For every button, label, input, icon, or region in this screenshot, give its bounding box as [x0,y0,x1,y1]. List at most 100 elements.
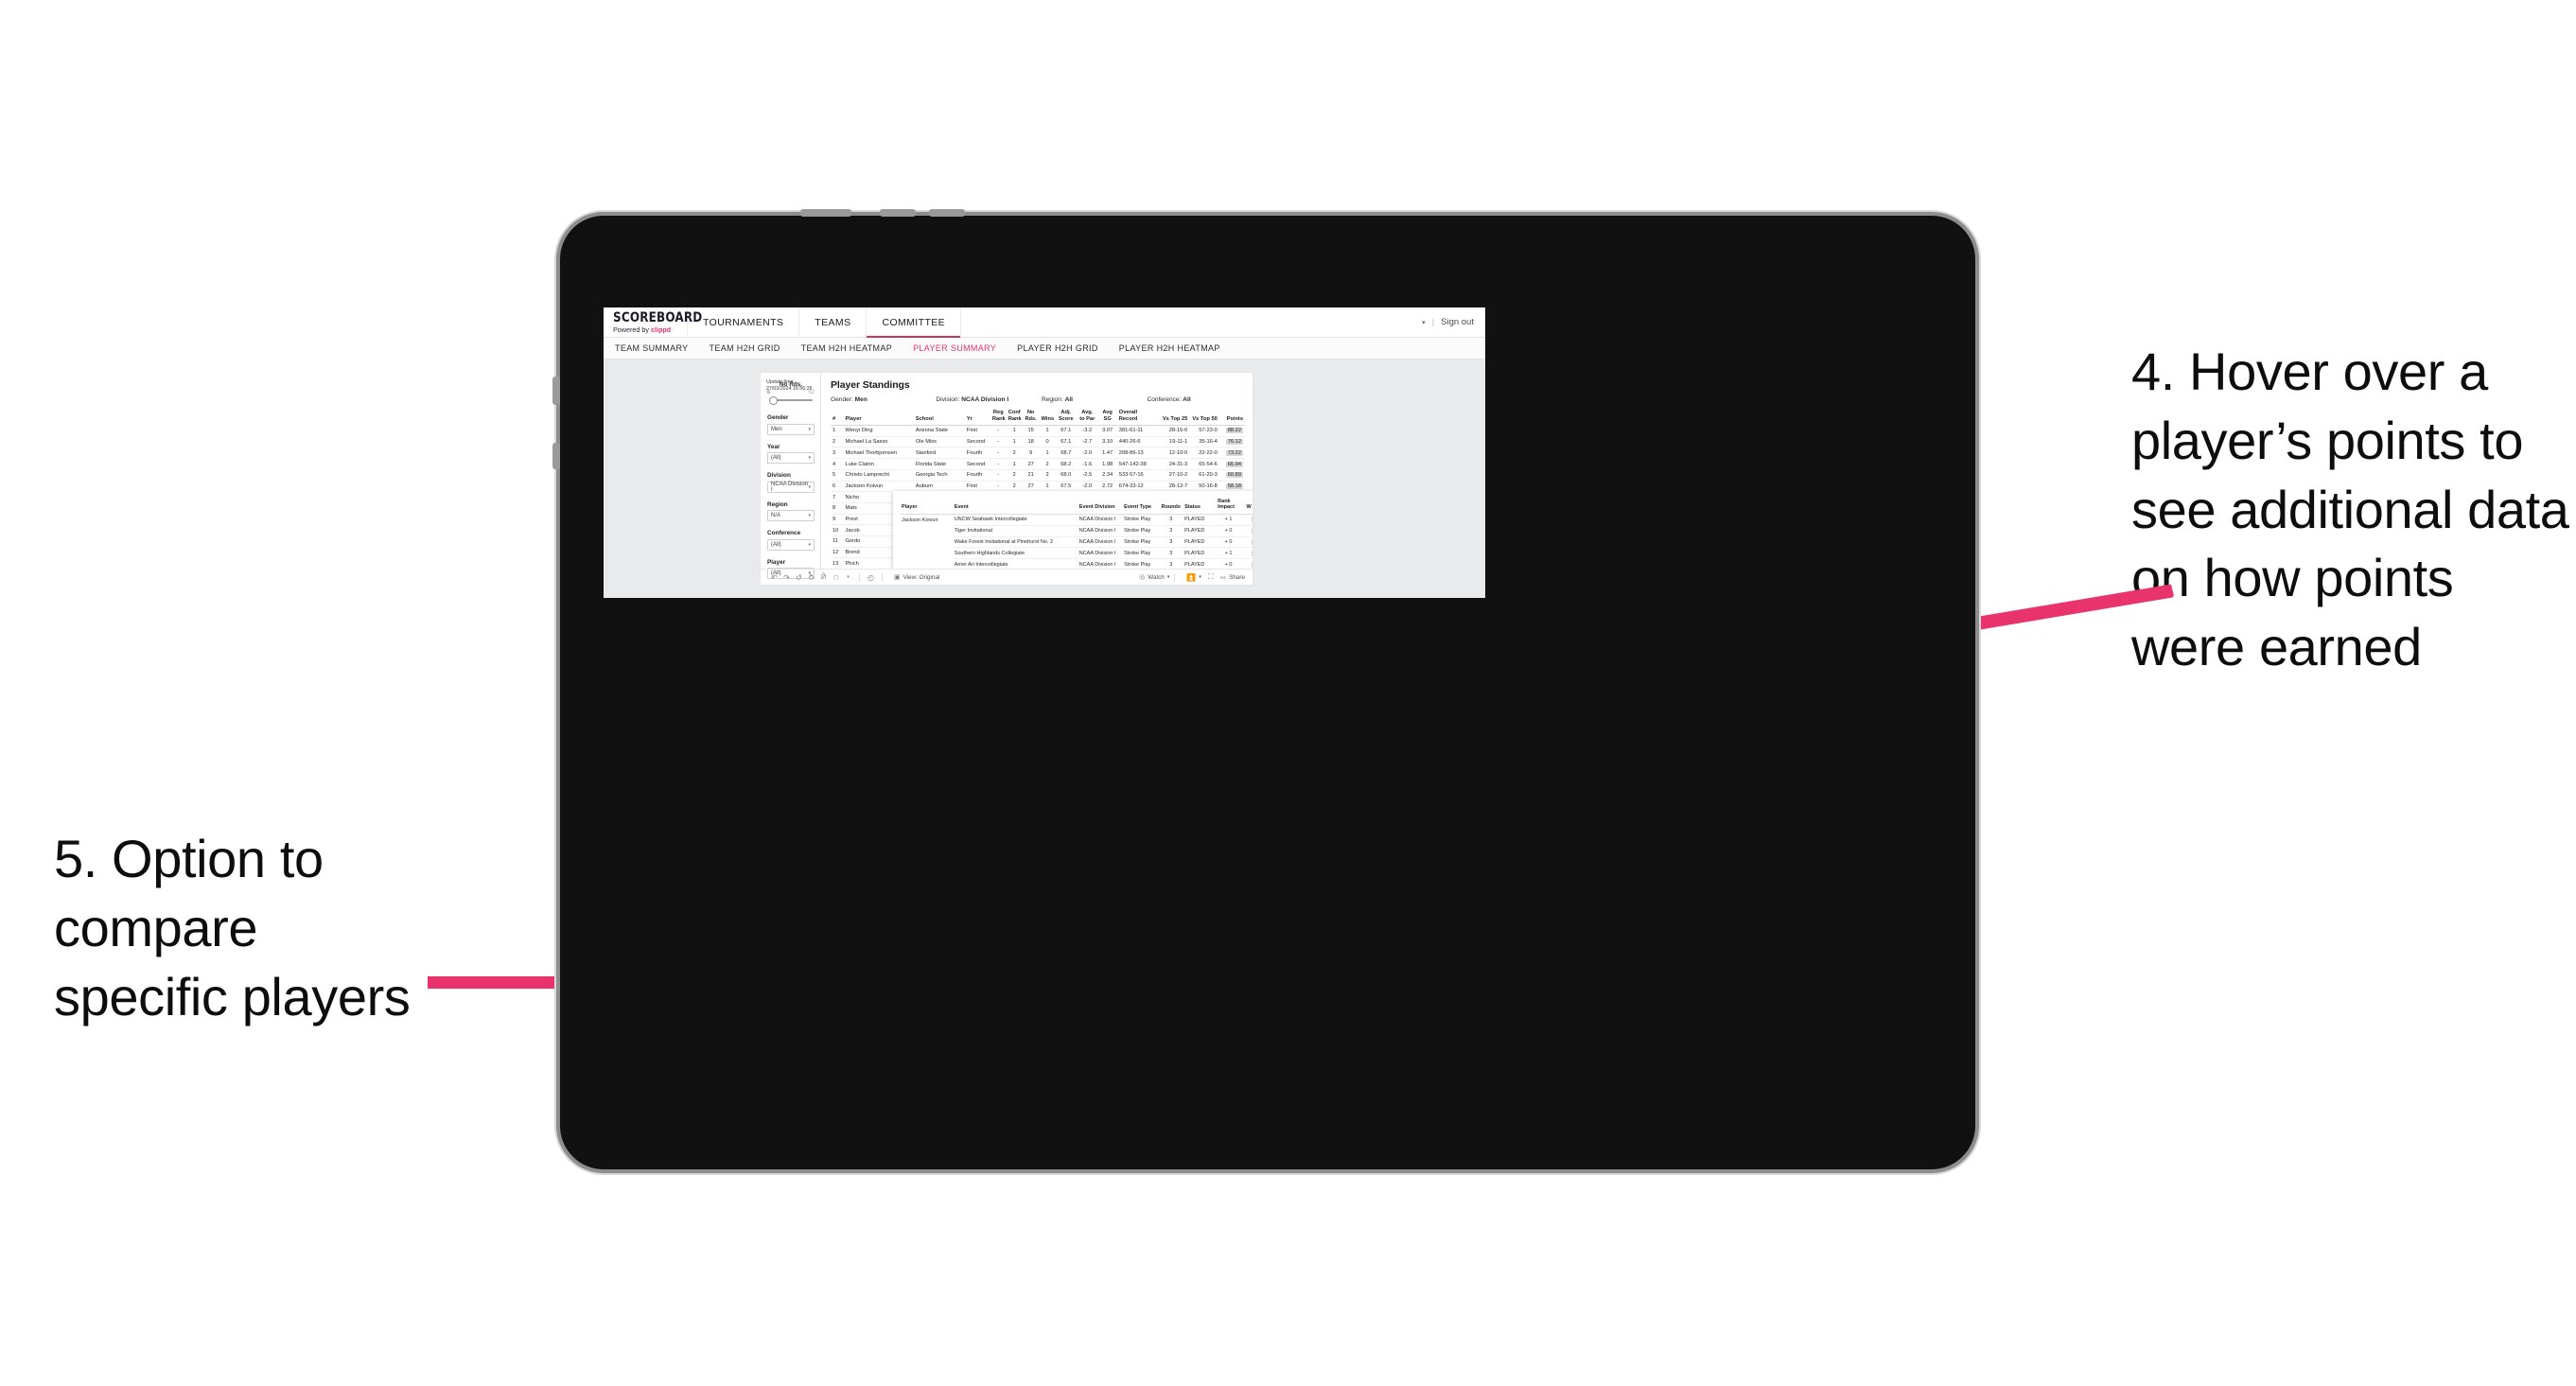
table-row[interactable]: 3 Michael Thorbjornsen Stanford Fourth -2 9 1 6… [831,447,1245,460]
revert-icon[interactable]: ↺ [793,573,805,582]
topnav-item-committee[interactable]: COMMITTEE [867,307,962,338]
gender-select[interactable]: Men ▾ [767,423,815,435]
row-points[interactable]: 76.12 [1218,436,1245,448]
redo-icon[interactable]: ↷ [780,573,793,582]
view-original-button[interactable]: ▣ View: Original [894,573,939,582]
points-badge[interactable]: 76.12 [1225,439,1243,446]
slider-handle[interactable] [769,396,778,405]
col-header[interactable]: School [913,408,965,427]
row-cell: - [990,481,1007,493]
chevron-down-icon[interactable]: ▾ [842,574,854,580]
year-select[interactable]: (All) ▾ [767,452,815,464]
refresh-icon[interactable]: ⥁ [805,573,817,582]
row-cell: Second [964,436,990,448]
row-rank: 2 [831,436,844,448]
points-badge[interactable]: 66.94 [1225,461,1243,467]
division-select-value: NCAA Division I [771,481,809,493]
conference-select[interactable]: (All) ▾ [767,538,815,551]
table-row[interactable]: 5 Christo Lamprecht Georgia Tech Fourth -2 21… [831,469,1245,482]
row-cell: 2.34 [1097,469,1117,482]
col-header[interactable]: Adj. Score [1055,408,1077,427]
toolbar-divider-1 [859,572,860,582]
meta-gender: Gender: Men [831,396,937,403]
col-header[interactable]: Reg Rank [990,408,1007,427]
fullscreen-button[interactable]: ⛶ [1208,572,1214,582]
topnav-item-tournaments[interactable]: TOURNAMENTS [688,307,800,337]
points-badge[interactable]: 60.89 [1225,472,1243,479]
share-button[interactable]: ∾ Share [1219,573,1245,582]
tablet-volume-up-button [880,209,916,217]
row-cell: 2.72 [1097,481,1117,493]
table-row[interactable]: 2 Michael La Sasso Ole Miss Second -1 18 0 67.1… [831,436,1245,448]
topnav-account-area: ▾ | Sign out [1422,307,1485,337]
division-select[interactable]: NCAA Division I ▾ [767,481,815,493]
watch-label: Watch [1148,573,1165,581]
region-select[interactable]: N/A ▾ [767,510,815,521]
tooltip-cell: Stroke Play [1122,536,1160,549]
row-points[interactable]: 73.22 [1218,447,1245,460]
points-badge[interactable]: 58.18 [1225,482,1243,489]
col-header[interactable]: Vs Top 25 [1159,408,1190,427]
row-points[interactable]: 60.89 [1218,469,1245,482]
subnav-item-team-summary[interactable]: TEAM SUMMARY [615,343,689,353]
meta-division: Division: NCAA Division I [937,396,1043,403]
points-badge[interactable]: 73.22 [1225,449,1243,456]
sign-out-link[interactable]: Sign out [1441,317,1474,327]
filter-rail: No Rds. 6 52 Gender Men ▾ Year (All) ▾ D… [761,373,821,579]
col-header[interactable]: No Rds. [1022,408,1040,427]
filter-conference-label: Conference [767,530,801,536]
alert-icon[interactable]: ◻ [830,574,842,581]
meta-region-label: Region: [1042,396,1063,403]
row-cell: Auburn [913,481,965,493]
table-row[interactable]: 1 Wenyi Ding Arizona State First -1 15 1 67.1 -3… [831,425,1245,437]
scoreboard-logo[interactable]: SCOREBOARD Powered by clippd [604,307,702,337]
subnav-item-player-summary[interactable]: PLAYER SUMMARY [913,343,996,353]
tooltip-row: Southern Highlands Collegiate NCAA Divisi… [900,547,1253,560]
subnav-item-player-h2h-grid[interactable]: PLAYER H2H GRID [1017,343,1098,353]
tooltip-cell: 73.23 [1240,547,1253,560]
meta-division-label: Division: [936,396,960,403]
row-points[interactable]: 58.18 [1218,481,1245,493]
undo-icon[interactable]: ↶ [768,573,780,582]
points-badge[interactable]: 88.22 [1225,428,1243,434]
col-header[interactable]: Vs Top 50 [1189,408,1219,427]
pause-updates-icon[interactable]: ⦲ [817,572,830,582]
col-header[interactable]: Conf Rank [1006,408,1023,427]
col-header[interactable]: Points [1218,408,1245,427]
tooltip-col-header: Rank Impact [1216,496,1241,516]
download-button[interactable]: ⏫ ▾ [1186,573,1200,582]
row-rank: 12 [831,547,844,559]
row-points[interactable]: 88.22 [1218,425,1245,437]
col-header[interactable]: Player [843,408,914,427]
clock-icon[interactable]: ◴ [865,573,877,582]
no-rounds-slider[interactable] [767,396,815,405]
col-header[interactable]: Wins [1039,408,1056,427]
sheet-meta-row: Gender: Men Division: NCAA Division I Re… [831,396,1253,403]
row-cell: 18 [1022,436,1040,448]
table-row[interactable]: 4 Luke Claton Florida State Second -1 27 2 68.2… [831,458,1245,470]
tooltip-cell: PLAYED [1183,536,1217,549]
tablet-side-button-b [552,443,560,469]
subnav-item-team-h2h-grid[interactable]: TEAM H2H GRID [710,343,780,353]
subnav-item-player-h2h-heatmap[interactable]: PLAYER H2H HEATMAP [1119,343,1220,353]
tooltip-cell: 3 [1159,525,1183,537]
watch-icon: ◎ [1139,574,1146,581]
conference-select-value: (All) [771,541,781,548]
subnav-item-team-h2h-heatmap[interactable]: TEAM H2H HEATMAP [801,343,892,353]
col-header[interactable]: # [831,408,844,427]
tooltip-cell: Stroke Play [1122,514,1160,526]
col-header[interactable]: Avg. to Par [1077,408,1098,427]
tooltip-player-cell [900,559,953,569]
standings-table-wrap[interactable]: # Player School Yr Reg Rank Conf Rank No Rds. Wins… [821,408,1253,569]
col-header[interactable]: Overall Record [1116,408,1160,427]
tooltip-cell: PLAYED [1183,547,1217,560]
row-points[interactable]: 66.94 [1218,458,1245,470]
topnav-item-teams[interactable]: TEAMS [799,307,867,337]
col-header[interactable]: Avg SG [1097,408,1117,427]
table-row[interactable]: 6 Jackson Koivun Auburn First -2 27 1 67.5 -2.0 2… [831,481,1245,493]
watch-button[interactable]: ◎ Watch ▾ [1139,573,1169,582]
col-header[interactable]: Yr [964,408,990,427]
row-cell: Arizona State [913,425,965,437]
chevron-down-icon[interactable]: ▾ [1422,319,1426,326]
meta-division-value: NCAA Division I [961,396,1009,403]
